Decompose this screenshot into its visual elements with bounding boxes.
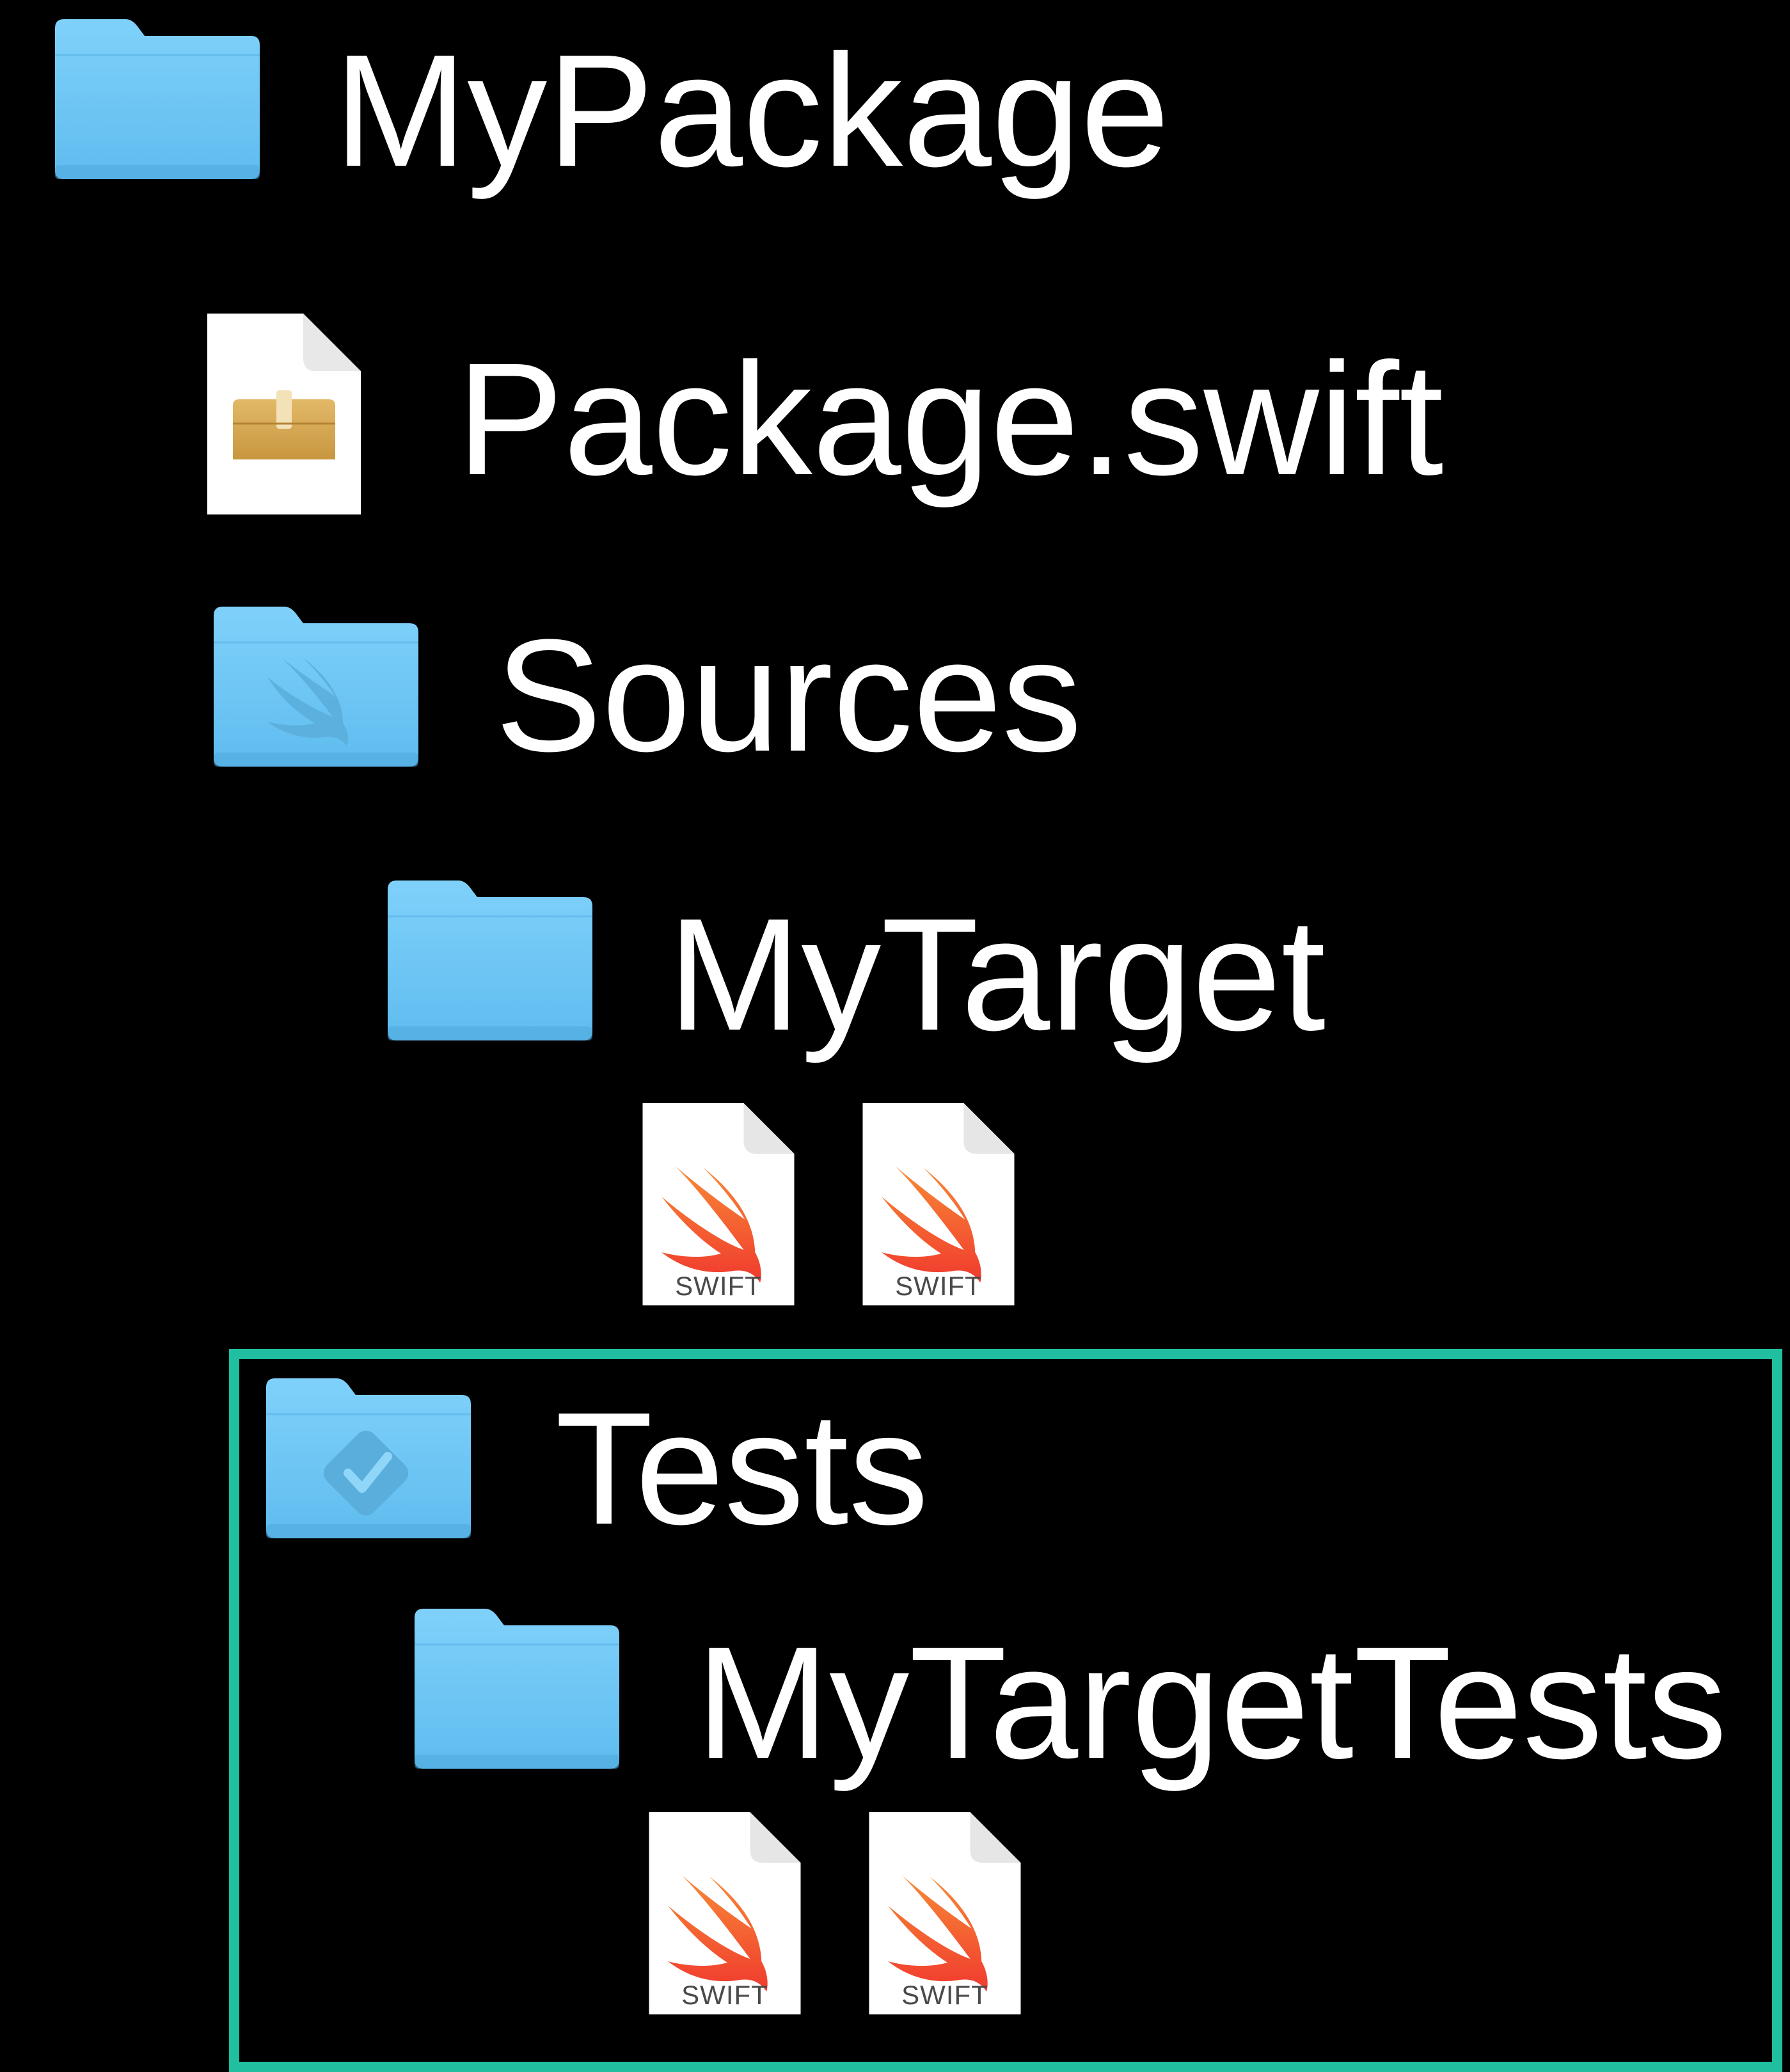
swift-file[interactable]: SWIFT: [868, 1812, 1022, 2014]
swift-file-icon: SWIFT: [869, 1812, 1021, 2014]
swift-folder-icon: [214, 607, 418, 767]
tree-item-mytargettests[interactable]: MyTargetTests: [415, 1609, 1758, 1783]
swift-file[interactable]: SWIFT: [648, 1812, 802, 2014]
swift-file[interactable]: SWIFT: [642, 1103, 795, 1305]
tree-item-label: MyTargetTests: [696, 1613, 1727, 1792]
swift-file-caption: SWIFT: [675, 1271, 762, 1301]
tree-item-label: MyPackage: [334, 21, 1170, 200]
swift-file-icon: SWIFT: [642, 1103, 795, 1305]
folder-icon: [415, 1609, 619, 1769]
swift-file-caption: SWIFT: [895, 1271, 982, 1301]
tree-item-sources[interactable]: Sources: [214, 606, 1365, 785]
folder-icon: [55, 19, 260, 179]
folder-icon: [388, 881, 592, 1040]
tree-item-label: Sources: [495, 606, 1082, 785]
test-folder-icon: [266, 1378, 471, 1538]
package-manifest-icon: [207, 314, 361, 514]
tree-item-label: Tests: [555, 1379, 929, 1558]
swift-file-icon: SWIFT: [862, 1103, 1015, 1305]
swift-file-caption: SWIFT: [681, 1980, 768, 2010]
tree-item-mypackage[interactable]: MyPackage: [55, 19, 1207, 191]
tree-item-tests[interactable]: Tests: [266, 1378, 1418, 1549]
swift-file-caption: SWIFT: [901, 1980, 988, 2010]
tree-item-label: MyTarget: [668, 885, 1326, 1064]
swift-file[interactable]: SWIFT: [862, 1103, 1015, 1305]
tree-item-mytarget[interactable]: MyTarget: [388, 881, 1539, 1055]
tree-item-label: Package.swift: [457, 330, 1444, 508]
tree-item-package-swift[interactable]: Package.swift: [207, 314, 1487, 518]
swift-file-icon: SWIFT: [649, 1812, 801, 2014]
